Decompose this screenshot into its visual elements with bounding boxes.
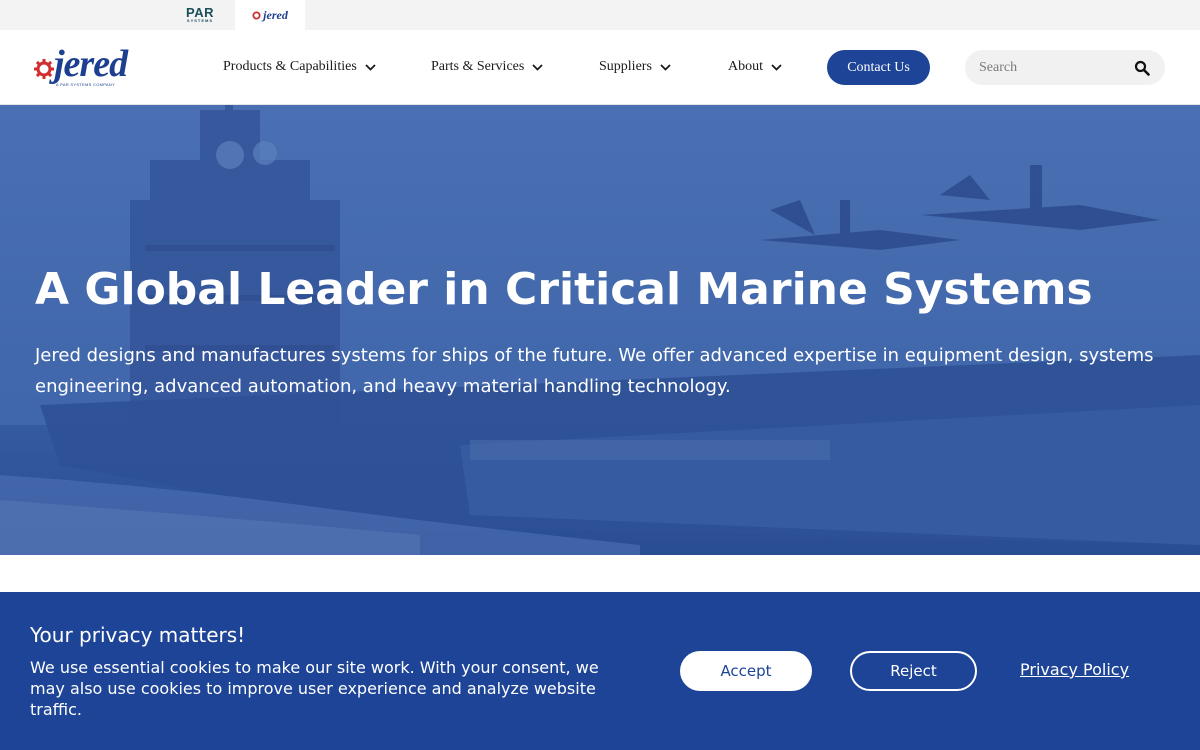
- hero-ship-image: [0, 105, 1200, 555]
- chevron-down-icon: [365, 63, 376, 71]
- cookie-banner: Your privacy matters! We use essential c…: [0, 592, 1200, 750]
- nav-suppliers[interactable]: Suppliers: [599, 56, 671, 78]
- chevron-down-icon: [660, 63, 671, 71]
- cookie-text: We use essential cookies to make our sit…: [30, 658, 599, 719]
- gear-mini-icon: [252, 10, 261, 20]
- brand-switcher: PAR SYSTEMS jered: [0, 0, 1200, 30]
- nav-label: Parts & Services: [431, 59, 525, 74]
- search-icon[interactable]: [1134, 60, 1150, 76]
- reject-cookies-button[interactable]: Reject: [850, 651, 977, 691]
- logo-tagline: A PAR SYSTEMS COMPANY: [56, 82, 116, 87]
- cookie-title: Your privacy matters!: [30, 623, 246, 647]
- nav-label: About: [728, 59, 763, 74]
- privacy-policy-link[interactable]: Privacy Policy: [1020, 660, 1129, 679]
- accept-cookies-button[interactable]: Accept: [680, 651, 812, 691]
- nav-label: Products & Capabilities: [223, 59, 357, 74]
- chevron-down-icon: [771, 63, 782, 71]
- hero-description: Jered designs and manufactures systems f…: [35, 345, 1154, 397]
- chevron-down-icon: [532, 63, 543, 71]
- par-logo: PAR SYSTEMS: [186, 5, 214, 23]
- gear-icon: [34, 59, 54, 79]
- jered-logo[interactable]: jered A PAR SYSTEMS COMPANY: [34, 43, 128, 92]
- nav-products-capabilities[interactable]: Products & Capabilities: [223, 56, 376, 78]
- contact-us-button[interactable]: Contact Us: [827, 50, 930, 85]
- search-box: [965, 50, 1165, 85]
- search-input[interactable]: [979, 50, 1129, 85]
- par-systems-tab[interactable]: PAR SYSTEMS: [165, 0, 235, 30]
- hero-title: A Global Leader in Critical Marine Syste…: [35, 264, 1093, 315]
- jered-tab[interactable]: jered: [235, 0, 305, 30]
- hero-section: A Global Leader in Critical Marine Syste…: [0, 105, 1200, 555]
- jered-mini-logo: jered: [252, 8, 288, 23]
- logo-wordmark: jered: [54, 43, 128, 85]
- nav-about[interactable]: About: [728, 56, 782, 78]
- site-header: jered A PAR SYSTEMS COMPANY Products & C…: [0, 30, 1200, 105]
- nav-label: Suppliers: [599, 59, 652, 74]
- nav-parts-services[interactable]: Parts & Services: [431, 56, 543, 78]
